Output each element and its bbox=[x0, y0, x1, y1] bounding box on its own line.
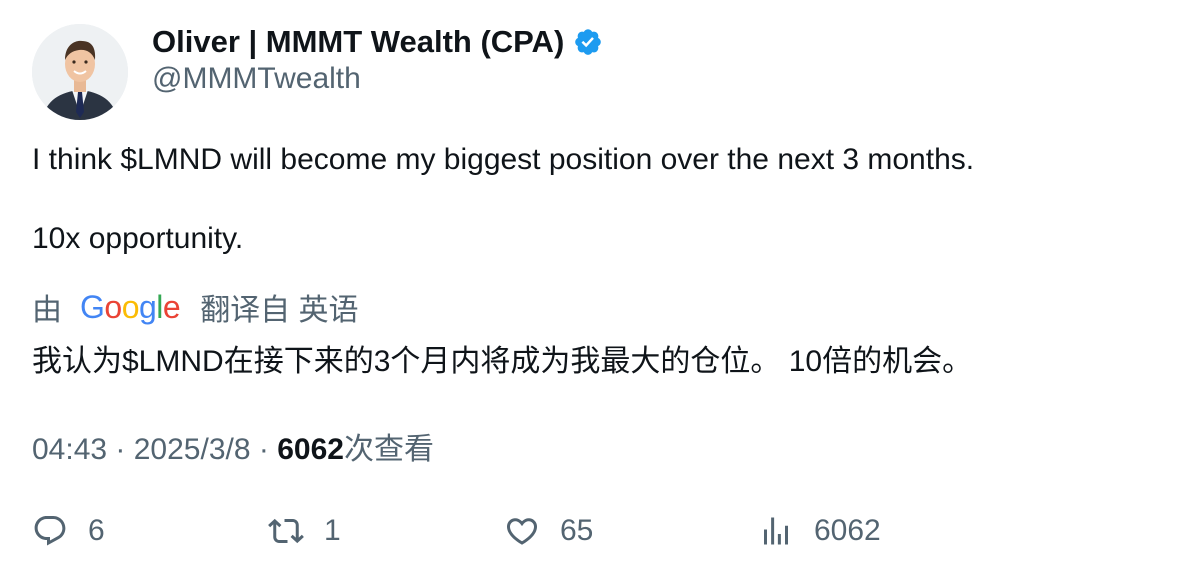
google-logo-letter: G bbox=[80, 288, 105, 325]
tweet-date[interactable]: 2025/3/8 bbox=[134, 433, 251, 466]
reply-button[interactable]: 6 bbox=[32, 506, 105, 556]
tweet-time[interactable]: 04:43 bbox=[32, 433, 107, 466]
author-name-row: Oliver | MMMT Wealth (CPA) bbox=[152, 22, 603, 62]
google-logo-letter: o bbox=[104, 288, 122, 325]
google-logo-letter: e bbox=[162, 288, 181, 325]
views-label: 次查看 bbox=[343, 433, 434, 466]
google-logo-letter: o bbox=[121, 288, 140, 325]
views-count: 6062 bbox=[277, 433, 344, 466]
retweet-button[interactable]: 1 bbox=[268, 506, 341, 556]
retweet-count: 1 bbox=[324, 514, 341, 547]
google-logo-letter: l bbox=[156, 288, 163, 325]
views-button[interactable]: 6062 bbox=[758, 506, 881, 556]
translation-attribution[interactable]: 由 Google 翻译自 英语 bbox=[32, 287, 359, 328]
translation-prefix: 由 bbox=[32, 294, 62, 327]
google-logo-letter: g bbox=[138, 288, 157, 325]
reply-count: 6 bbox=[88, 514, 105, 547]
retweet-icon bbox=[268, 513, 304, 549]
reply-icon bbox=[32, 513, 68, 549]
tweet-metadata: 04:43 · 2025/3/8 · 6062次查看 bbox=[32, 424, 434, 468]
verified-badge-icon[interactable] bbox=[573, 27, 603, 57]
like-count: 65 bbox=[560, 514, 594, 547]
action-bar: 6 1 65 6062 bbox=[32, 506, 1172, 556]
like-button[interactable]: 65 bbox=[504, 506, 593, 556]
tweet-text-line: I think $LMND will become my biggest pos… bbox=[32, 143, 975, 176]
views-chart-icon bbox=[758, 513, 794, 549]
views-action-count: 6062 bbox=[814, 514, 881, 547]
tweet-text-line: 10x opportunity. bbox=[32, 222, 244, 255]
user-handle[interactable]: @MMMTwealth bbox=[152, 62, 361, 96]
tweet-card: Oliver | MMMT Wealth (CPA) @MMMTwealth I… bbox=[0, 0, 1196, 578]
translated-text: 我认为$LMND在接下来的3个月内将成为我最大的仓位。 10倍的机会。 bbox=[32, 345, 973, 378]
avatar[interactable] bbox=[32, 24, 128, 120]
google-logo: Google bbox=[80, 288, 181, 326]
profile-photo bbox=[32, 24, 128, 120]
heart-icon bbox=[504, 513, 540, 549]
display-name[interactable]: Oliver | MMMT Wealth (CPA) bbox=[152, 24, 564, 60]
meta-separator: · bbox=[250, 433, 278, 466]
meta-separator: · bbox=[107, 433, 134, 466]
translation-source-language: 翻译自 英语 bbox=[200, 294, 359, 327]
